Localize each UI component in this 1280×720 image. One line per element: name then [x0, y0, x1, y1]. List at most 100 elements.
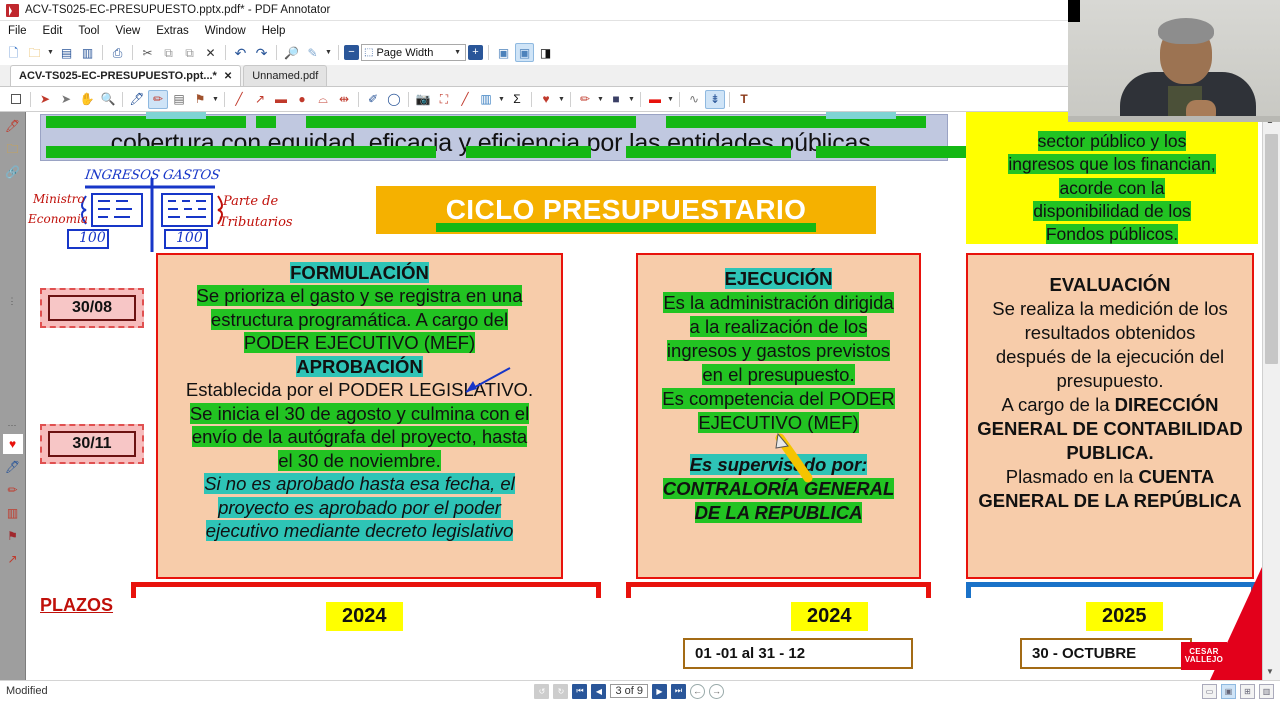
- scroll-down-icon[interactable]: ▼: [1266, 667, 1274, 676]
- zoom-level-value: Page Width: [376, 46, 434, 59]
- logo-line-2: VALLEJO: [1184, 655, 1224, 664]
- first-page-icon[interactable]: ⏮: [572, 683, 588, 699]
- hand-pan-icon[interactable]: ✋: [77, 90, 97, 109]
- lasso-eraser-icon[interactable]: ◯: [384, 90, 404, 109]
- new-document-icon[interactable]: 🗋: [4, 43, 23, 62]
- line-icon[interactable]: ╱: [229, 90, 249, 109]
- rail-pencil-icon[interactable]: ✏: [2, 480, 24, 500]
- view-facing-icon[interactable]: ▥: [1259, 683, 1274, 699]
- undo-icon[interactable]: ↶: [231, 43, 250, 62]
- open-dropdown-icon[interactable]: ▼: [46, 49, 55, 56]
- text-insert-icon[interactable]: ⇟: [705, 89, 725, 109]
- polygon-icon[interactable]: ⌓: [313, 90, 333, 109]
- find-icon[interactable]: 🔎: [282, 43, 301, 62]
- cut-icon[interactable]: ✂: [138, 43, 157, 62]
- rail-image-icon[interactable]: ▥: [2, 503, 24, 523]
- menu-item-view[interactable]: View: [115, 25, 140, 37]
- menu-item-file[interactable]: File: [8, 25, 27, 37]
- pointer-icon[interactable]: ➤: [35, 90, 55, 109]
- plazos-label: PLAZOS: [40, 595, 114, 615]
- crop-icon[interactable]: ⛶: [434, 90, 454, 109]
- redo-icon[interactable]: ↷: [252, 43, 271, 62]
- pen-color-dropdown-icon[interactable]: ▼: [596, 96, 605, 103]
- rectangle-icon[interactable]: ▬: [271, 90, 291, 109]
- fit-width-icon[interactable]: ▣: [515, 43, 534, 62]
- favorite-heart-icon[interactable]: ♥: [536, 90, 556, 109]
- copy-icon[interactable]: ⧉: [159, 43, 178, 62]
- chevron-down-icon[interactable]: ▼: [454, 49, 463, 56]
- formula-icon[interactable]: Σ: [507, 90, 527, 109]
- magnifier-icon[interactable]: 🔍: [98, 90, 118, 109]
- dimension-icon[interactable]: ⇹: [334, 90, 354, 109]
- edit-page-icon[interactable]: ✎: [303, 43, 322, 62]
- insert-image-icon[interactable]: ▥: [476, 90, 496, 109]
- pen-color-icon[interactable]: ✏: [575, 90, 595, 109]
- rail-favorite-icon[interactable]: ♥: [2, 434, 23, 455]
- zoom-level-select[interactable]: ⬚ Page Width ▼: [361, 44, 466, 61]
- fit-page-icon[interactable]: ▣: [494, 43, 513, 62]
- page-select-icon[interactable]: [6, 90, 26, 109]
- edit-page-dropdown-icon[interactable]: ▼: [324, 49, 333, 56]
- rail-pen2-icon[interactable]: 🖊: [2, 457, 24, 477]
- page-canvas[interactable]: cobertura con equidad, eficacia y eficie…: [26, 112, 1262, 680]
- pen-freehand-icon[interactable]: 🖊: [127, 90, 147, 109]
- rail-folder-icon[interactable]: 🗀: [2, 139, 24, 159]
- delete-icon[interactable]: ✕: [201, 43, 220, 62]
- ellipse-icon[interactable]: ●: [292, 90, 312, 109]
- select-object-icon[interactable]: ➤: [56, 90, 76, 109]
- eraser-icon[interactable]: ✐: [363, 90, 383, 109]
- rail-pen-icon[interactable]: 🖊: [2, 116, 24, 136]
- insert-image-dropdown-icon[interactable]: ▼: [497, 96, 506, 103]
- toolbar-separator: [225, 45, 226, 60]
- last-page-icon[interactable]: ⏭: [671, 683, 686, 699]
- view-single-icon[interactable]: ▭: [1202, 683, 1217, 699]
- fill-color-icon[interactable]: ■: [606, 90, 626, 109]
- menu-item-edit[interactable]: Edit: [43, 25, 63, 37]
- vertical-scrollbar[interactable]: ▲ ▼: [1262, 112, 1280, 680]
- highlighter-icon[interactable]: ▤: [169, 90, 189, 109]
- rail-attachment-icon[interactable]: 🔗: [2, 162, 24, 182]
- arrow-icon[interactable]: ↗: [250, 90, 270, 109]
- view-continuous-icon[interactable]: ⊞: [1240, 683, 1255, 699]
- next-page-icon[interactable]: ▶: [652, 683, 667, 699]
- stamp-dropdown-icon[interactable]: ▼: [211, 96, 220, 103]
- pencil-icon[interactable]: ✏: [148, 89, 168, 109]
- single-page-icon[interactable]: ◨: [536, 43, 555, 62]
- rotate-right-icon[interactable]: ↻: [553, 683, 569, 699]
- tab-unnamed[interactable]: Unnamed.pdf: [243, 65, 328, 86]
- rail-drag-handle[interactable]: ⋯: [8, 420, 18, 431]
- view-fit-icon[interactable]: ▣: [1221, 683, 1236, 699]
- menu-item-tool[interactable]: Tool: [78, 25, 99, 37]
- menu-item-window[interactable]: Window: [205, 25, 246, 37]
- page-indicator[interactable]: 3 of 9: [610, 684, 648, 698]
- line-color-dropdown-icon[interactable]: ▼: [666, 96, 675, 103]
- print-icon[interactable]: ⎙: [108, 43, 127, 62]
- save-as-pdf-icon[interactable]: ▥: [78, 43, 97, 62]
- rotate-left-icon[interactable]: ↺: [534, 683, 550, 699]
- fill-color-dropdown-icon[interactable]: ▼: [627, 96, 636, 103]
- menu-item-help[interactable]: Help: [262, 25, 286, 37]
- close-icon[interactable]: ✕: [224, 71, 232, 82]
- paste-icon[interactable]: ⧉: [180, 43, 199, 62]
- line-color-icon[interactable]: ▬: [645, 90, 665, 109]
- zoom-in-icon[interactable]: +: [468, 45, 483, 60]
- rail-stamp-icon[interactable]: ⚑: [2, 526, 24, 546]
- text-box-icon[interactable]: T: [734, 90, 754, 109]
- ruler-icon[interactable]: ╱: [455, 90, 475, 109]
- menu-item-extras[interactable]: Extras: [156, 25, 189, 37]
- save-icon[interactable]: ▤: [57, 43, 76, 62]
- stamp-icon[interactable]: ⚑: [190, 90, 210, 109]
- curve-icon[interactable]: ∿: [684, 90, 704, 109]
- tab-presupuesto[interactable]: ACV-TS025-EC-PRESUPUESTO.ppt...* ✕: [10, 65, 242, 86]
- snapshot-camera-icon[interactable]: 📷: [413, 90, 433, 109]
- back-icon[interactable]: ←: [690, 683, 705, 699]
- open-folder-icon[interactable]: 🗀: [25, 43, 44, 62]
- zoom-out-icon[interactable]: −: [344, 45, 359, 60]
- forward-icon[interactable]: →: [709, 683, 724, 699]
- favorite-dropdown-icon[interactable]: ▼: [557, 96, 566, 103]
- tab-label: ACV-TS025-EC-PRESUPUESTO.ppt...*: [19, 70, 217, 82]
- scrollbar-thumb[interactable]: [1265, 134, 1278, 364]
- rail-arrow-icon[interactable]: ↗: [2, 549, 24, 569]
- rail-drag-handle[interactable]: ⋮: [8, 296, 18, 307]
- prev-page-icon[interactable]: ◀: [591, 683, 607, 699]
